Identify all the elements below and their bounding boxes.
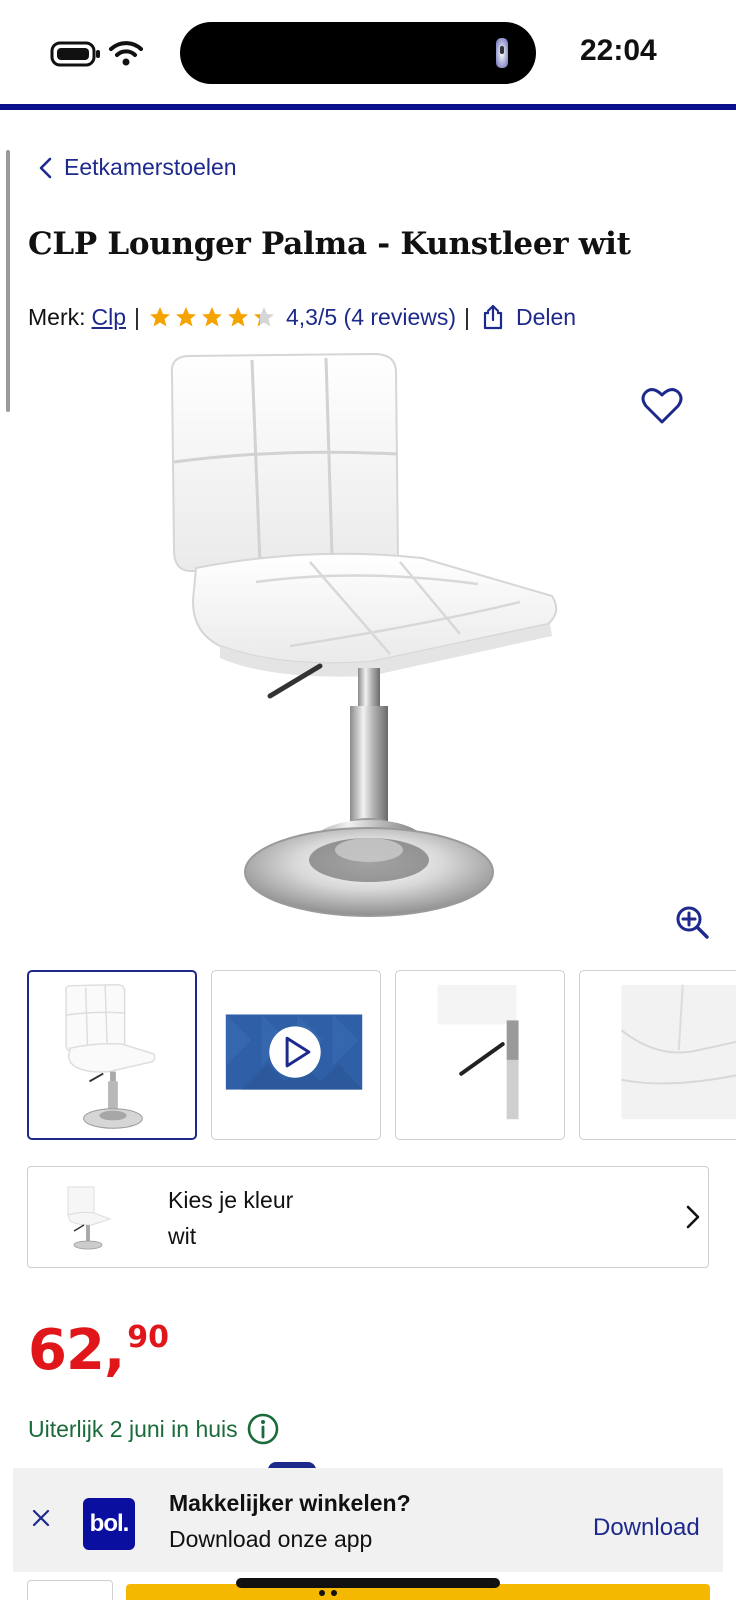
price-comma: ,: [103, 1318, 126, 1383]
close-icon[interactable]: [31, 1508, 51, 1528]
star-icon: [150, 307, 170, 327]
color-swatch-image: [67, 1186, 112, 1250]
rating-link[interactable]: 4,3/5 (4 reviews): [286, 304, 456, 331]
chevron-right-icon: [686, 1205, 700, 1229]
thumbnail-lever-detail[interactable]: [395, 970, 565, 1140]
price-cents: 90: [127, 1320, 169, 1355]
separator: |: [464, 303, 470, 330]
star-icon: [202, 307, 222, 327]
scroll-indicator[interactable]: [6, 150, 10, 412]
zoom-in-icon[interactable]: [674, 904, 710, 940]
price: 62,90: [28, 1318, 169, 1383]
price-main: 62: [28, 1318, 105, 1383]
home-indicator[interactable]: [236, 1578, 500, 1588]
product-image[interactable]: [160, 350, 580, 950]
delivery-text: Uiterlijk 2 juni in huis: [28, 1415, 238, 1442]
breadcrumb[interactable]: Eetkamerstoelen: [36, 154, 237, 181]
share-button[interactable]: Delen: [516, 304, 576, 331]
page-dots: [319, 1590, 337, 1596]
battery-icon: [46, 40, 106, 68]
quantity-selector[interactable]: [27, 1580, 113, 1600]
chevron-left-icon: [39, 157, 52, 178]
color-selector-value: wit: [168, 1223, 197, 1249]
app-download-banner: bol. Makkelijker winkelen? Download onze…: [13, 1468, 723, 1572]
rating-stars[interactable]: [148, 305, 276, 329]
download-button[interactable]: Download: [593, 1514, 700, 1542]
brand-label: Merk:: [28, 303, 86, 330]
thumbnail-strip: [27, 970, 736, 1140]
color-selector-label: Kies je kleur: [168, 1187, 294, 1213]
delivery-info: Uiterlijk 2 juni in huis: [28, 1412, 280, 1446]
share-icon[interactable]: [482, 304, 504, 330]
star-icon: [254, 307, 274, 327]
thumbnail-chair-front[interactable]: [27, 970, 197, 1140]
star-icon: [176, 307, 196, 327]
dynamic-island: [180, 22, 536, 84]
bol-logo: bol.: [83, 1498, 135, 1550]
header-rule: [0, 104, 736, 110]
banner-subtext: Download onze app: [169, 1526, 373, 1552]
product-meta: Merk: Clp | 4,3/5 (4 reviews) | Delen: [28, 300, 576, 334]
wifi-icon: [109, 41, 143, 66]
thumbnail-video[interactable]: [211, 970, 381, 1140]
thumbnail-seat-detail[interactable]: [579, 970, 736, 1140]
color-selector[interactable]: Kies je kleur wit: [27, 1166, 709, 1268]
status-bar: 22:04: [0, 0, 736, 104]
banner-headline: Makkelijker winkelen?: [169, 1490, 411, 1516]
breadcrumb-label[interactable]: Eetkamerstoelen: [64, 154, 237, 181]
clock: 22:04: [580, 34, 657, 67]
separator: |: [134, 303, 140, 330]
brand-link[interactable]: Clp: [92, 304, 127, 331]
heart-icon[interactable]: [640, 386, 684, 426]
flashlight-icon: [496, 38, 508, 68]
info-icon[interactable]: [246, 1412, 280, 1446]
product-title: CLP Lounger Palma - Kunstleer wit: [28, 226, 631, 262]
star-icon: [228, 307, 248, 327]
